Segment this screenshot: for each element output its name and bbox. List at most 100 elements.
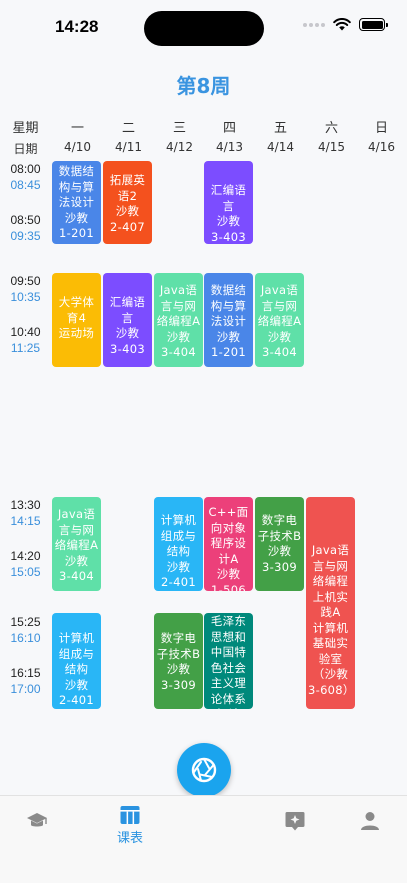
course-name: 汇编语言 [210,183,247,213]
course-teacher: 沙教 [267,329,292,344]
weekday-wed: 三 [172,121,186,136]
sparkle-chat-icon [285,812,305,831]
course-name: 数据结构与算法设计 [58,164,95,209]
period-8-start: 16:15 [10,666,41,680]
course-room: 3-404 [161,345,196,359]
date-thu: 4/13 [216,140,243,154]
course-card[interactable]: 数字电子技术B 沙教 3-309 [255,497,304,591]
course-room: 1-201 [211,345,246,359]
course-card[interactable]: 汇编语言 沙教 3-403 [103,273,152,367]
course-name: 数据结构与算法设计 [210,283,247,328]
tab-bar [0,795,407,883]
weekday-label: 星期 [12,121,39,136]
course-room: 1-201 [59,226,94,240]
period-5-start: 13:30 [10,498,41,512]
weekday-fri: 五 [273,121,287,136]
period-7-end: 16:10 [10,631,41,645]
course-name: 计算机组成与结构 [160,513,197,558]
course-name: 数字电子技术B [156,631,201,661]
battery-icon [359,18,388,31]
period-1-start: 08:00 [10,162,41,176]
course-card[interactable]: 毛泽东思想和中国特色社会主义理论体系概论 沙教 [204,613,253,709]
course-card[interactable]: Java语言与网络编程上机实践A 计算机基础实验室（沙教 3-608） [306,497,355,709]
period-5-end: 14:15 [10,514,41,528]
course-name: 数字电子技术B [257,513,302,543]
period-8-end: 17:00 [10,682,41,696]
course-card[interactable]: Java语言与网络编程A 沙教 3-404 [52,497,101,591]
course-teacher: 沙教 [64,210,89,225]
weekday-mon: 一 [70,121,84,136]
course-room: 2-401 [59,693,94,707]
course-name: Java语言与网络编程A [257,283,302,328]
period-2-end: 09:35 [10,229,41,243]
tab-timetable[interactable] [119,804,141,826]
course-card[interactable]: 汇编语言 沙教 3-403 [204,161,253,244]
course-card[interactable]: Java语言与网络编程A 沙教 3-404 [255,273,304,367]
course-room: 3-608） [308,682,355,697]
course-name: Java语言与网络编程A [156,283,201,328]
course-name: 拓展英语2 [109,173,146,203]
period-7-start: 15:25 [10,615,41,629]
date-mon: 4/10 [64,140,91,154]
date-label: 日期 [13,142,38,156]
course-name: 计算机组成与结构 [58,631,95,676]
date-tue: 4/11 [115,140,142,154]
course-name: 大学体育4 [58,295,95,325]
date-sat: 4/15 [318,140,345,154]
tab-profile[interactable] [359,810,381,832]
course-card[interactable]: 拓展英语2 沙教 2-407 [103,161,152,244]
course-name: 汇编语言 [109,295,146,325]
date-wed: 4/12 [166,140,193,154]
status-time: 14:28 [55,17,99,36]
period-3-start: 09:50 [10,274,41,288]
course-teacher: 沙教 [166,559,191,574]
course-teacher: 沙教 [216,329,241,344]
course-room: 3-309 [262,559,297,574]
cellular-signal-icon [303,22,325,27]
date-sun: 4/16 [368,140,395,154]
course-card[interactable]: 计算机组成与结构 沙教 2-401 [154,497,203,591]
course-room: 1-506 [211,582,246,592]
course-teacher: 沙教 [267,544,292,558]
course-name: C++面向对象程序设计A [208,505,249,566]
course-name: 毛泽东思想和中国特色社会主义理论体系概论 [210,614,247,709]
camera-shutter-button[interactable] [177,743,231,797]
course-card[interactable]: 大学体育4 运动场 [52,273,101,367]
week-title[interactable]: 第8周 [0,70,407,99]
course-room: 2-407 [110,219,145,234]
course-teacher: 沙教 [216,214,241,228]
course-card[interactable]: 数据结构与算法设计 沙教 1-201 [204,273,253,367]
course-card[interactable]: 数据结构与算法设计 沙教 1-201 [52,161,101,244]
course-teacher: 沙教 [216,567,241,581]
wifi-icon [333,18,351,31]
tab-courses[interactable] [26,810,48,832]
status-icons [303,18,388,31]
course-room: 3-404 [59,569,94,583]
weekday-thu: 四 [222,121,236,136]
course-teacher: 沙教 [166,662,191,676]
person-icon [361,812,379,830]
course-teacher: 沙教 [64,553,89,568]
course-teacher: 沙教 [64,677,89,692]
timetable-icon [120,806,140,824]
course-teacher: 沙教 [115,204,140,218]
period-4-start: 10:40 [10,325,41,339]
course-room: 运动场 [58,326,95,340]
dynamic-island [144,11,264,46]
tab-timetable-label[interactable]: 课表 [103,827,157,846]
period-4-end: 11:25 [10,341,41,355]
course-teacher: 计算机基础实验室（沙教 [312,620,349,682]
course-card[interactable]: 计算机组成与结构 沙教 2-401 [52,613,101,709]
course-card[interactable]: 数字电子技术B 沙教 3-309 [154,613,203,709]
course-teacher: 沙教 [115,326,140,340]
period-2-start: 08:50 [10,213,41,227]
period-6-end: 15:05 [10,565,41,579]
course-name: Java语言与网络编程上机实践A [311,543,350,619]
course-room: 2-401 [161,575,196,589]
period-3-end: 10:35 [10,290,41,304]
course-room: 3-403 [110,341,145,356]
course-card[interactable]: C++面向对象程序设计A 沙教 1-506 [204,497,253,591]
course-name: Java语言与网络编程A [54,507,99,552]
tab-assistant[interactable] [284,810,306,832]
course-card[interactable]: Java语言与网络编程A 沙教 3-404 [154,273,203,367]
